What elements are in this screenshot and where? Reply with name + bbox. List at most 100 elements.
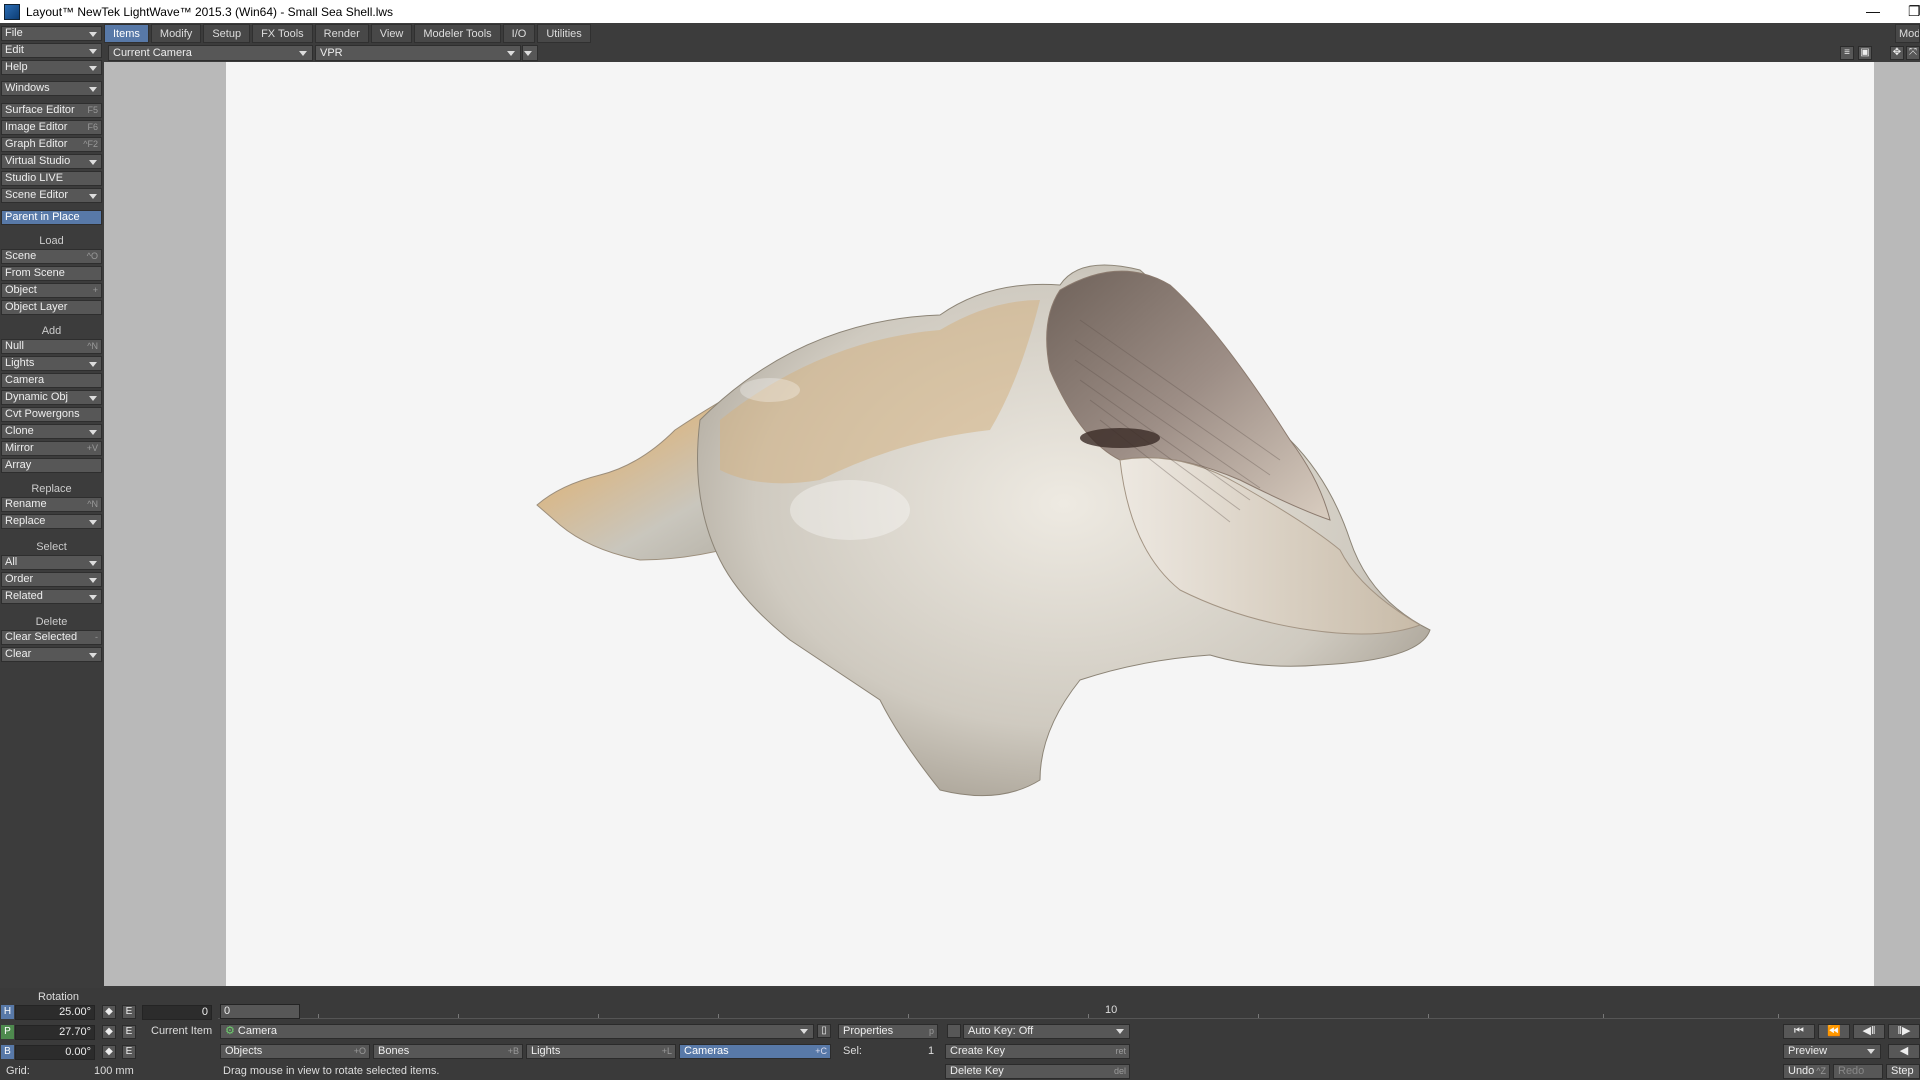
heading-value-field[interactable]: 25.00° <box>15 1005 95 1020</box>
studio-live-button[interactable]: Studio LIVE <box>1 171 102 186</box>
step-button[interactable]: Step <box>1886 1064 1920 1079</box>
add-lights-menu[interactable]: Lights <box>1 356 102 371</box>
edit-menu[interactable]: Edit <box>1 43 102 58</box>
envelope-arrows-icon[interactable]: ◆ <box>102 1005 116 1019</box>
select-all-menu[interactable]: All <box>1 555 102 570</box>
tab-modify[interactable]: Modify <box>150 24 202 43</box>
select-related-menu[interactable]: Related <box>1 589 102 604</box>
chevron-down-icon <box>89 578 97 583</box>
load-object-layer-button[interactable]: Object Layer <box>1 300 102 315</box>
tab-utilities[interactable]: Utilities <box>537 24 591 43</box>
tab-items[interactable]: Items <box>104 24 149 43</box>
render-mode-select[interactable]: VPR <box>315 45 521 61</box>
pitch-value-field[interactable]: 27.70° <box>15 1025 95 1040</box>
tab-modeler-switch[interactable]: Mod <box>1895 24 1920 43</box>
add-camera-button[interactable]: Camera <box>1 373 102 388</box>
viewport-options-dropdown[interactable] <box>522 45 538 61</box>
tab-modeler-tools[interactable]: Modeler Tools <box>414 24 501 43</box>
surface-editor-button[interactable]: Surface Editor F5 <box>1 103 102 118</box>
view-type-select[interactable]: Current Camera <box>108 45 313 61</box>
chevron-down-icon <box>89 49 97 54</box>
chevron-down-icon <box>1867 1049 1875 1054</box>
envelope-p-button[interactable]: E <box>122 1025 136 1039</box>
start-frame-field[interactable]: 0 <box>142 1005 212 1020</box>
preview-select[interactable]: Preview <box>1783 1044 1881 1059</box>
replace-menu[interactable]: Replace <box>1 514 102 529</box>
clear-selected-button[interactable]: Clear Selected - <box>1 630 102 645</box>
bank-value-field[interactable]: 0.00° <box>15 1045 95 1060</box>
save-icon[interactable]: ▣ <box>1858 46 1872 60</box>
tab-fx-tools[interactable]: FX Tools <box>252 24 313 43</box>
delete-key-button[interactable]: Delete Key del <box>945 1064 1130 1079</box>
properties-button[interactable]: Properties p <box>838 1024 938 1039</box>
tab-view[interactable]: View <box>370 24 413 43</box>
viewport-right-margin <box>1874 62 1920 986</box>
bones-filter-button[interactable]: Bones +B <box>373 1044 523 1059</box>
load-scene-button[interactable]: Scene ^O <box>1 249 102 264</box>
timeline-slider[interactable]: 0 10 <box>218 1003 1920 1019</box>
current-frame-slider[interactable]: 0 <box>220 1004 300 1019</box>
undo-button[interactable]: Undo ^Z <box>1783 1064 1830 1079</box>
timeline-frame-label: 10 <box>1105 1004 1118 1016</box>
rename-button[interactable]: Rename ^N <box>1 497 102 512</box>
auto-key-toggle-icon[interactable] <box>947 1024 961 1038</box>
envelope-arrows-icon[interactable]: ◆ <box>102 1045 116 1059</box>
delete-section-heading: Delete <box>35 616 68 628</box>
create-key-button[interactable]: Create Key ret <box>945 1044 1130 1059</box>
item-info-icon[interactable]: ▯ <box>817 1024 831 1038</box>
chevron-down-icon <box>89 160 97 165</box>
chevron-down-icon <box>89 561 97 566</box>
maximize-button[interactable]: ❐ <box>1908 0 1920 22</box>
viewport-toolbar: Current Camera VPR ≡ ▣ ✥ ⤧ <box>104 44 1920 62</box>
step-forward-icon[interactable]: ǁ▶ <box>1888 1024 1920 1039</box>
go-to-start-icon[interactable]: ⏮ <box>1783 1024 1815 1039</box>
current-item-select[interactable]: ⚙ Camera <box>220 1024 814 1039</box>
parent-in-place-toggle[interactable]: Parent in Place <box>1 210 102 225</box>
file-menu[interactable]: File <box>1 26 102 41</box>
list-icon[interactable]: ≡ <box>1840 46 1854 60</box>
envelope-arrows-icon[interactable]: ◆ <box>102 1025 116 1039</box>
step-back-icon[interactable]: ◀ǁ <box>1853 1024 1885 1039</box>
title-bar: Layout™ NewTek LightWave™ 2015.3 (Win64)… <box>0 0 1920 23</box>
camera-icon: ⚙ <box>225 1025 238 1037</box>
add-dynamic-obj-menu[interactable]: Dynamic Obj <box>1 390 102 405</box>
clear-menu[interactable]: Clear <box>1 647 102 662</box>
play-back-icon[interactable]: ◀ <box>1888 1044 1920 1059</box>
tab-render[interactable]: Render <box>314 24 369 43</box>
minimize-button[interactable]: — <box>1866 0 1880 22</box>
bank-axis-label: B <box>1 1045 14 1059</box>
status-bar-message: Drag mouse in view to rotate selected it… <box>223 1065 440 1077</box>
load-from-scene-button[interactable]: From Scene <box>1 266 102 281</box>
scene-editor-menu[interactable]: Scene Editor <box>1 188 102 203</box>
select-order-menu[interactable]: Order <box>1 572 102 587</box>
cvt-powergons-button[interactable]: Cvt Powergons <box>1 407 102 422</box>
auto-key-select[interactable]: Auto Key: Off <box>963 1024 1130 1039</box>
play-reverse-icon[interactable]: ⏪ <box>1818 1024 1850 1039</box>
envelope-b-button[interactable]: E <box>122 1045 136 1059</box>
virtual-studio-menu[interactable]: Virtual Studio <box>1 154 102 169</box>
tab-io[interactable]: I/O <box>502 24 536 43</box>
mirror-button[interactable]: Mirror +V <box>1 441 102 456</box>
help-menu[interactable]: Help <box>1 60 102 75</box>
envelope-h-button[interactable]: E <box>122 1005 136 1019</box>
array-button[interactable]: Array <box>1 458 102 473</box>
menu-tabs: Items Modify Setup FX Tools Render View … <box>104 24 591 43</box>
add-null-button[interactable]: Null ^N <box>1 339 102 354</box>
clone-menu[interactable]: Clone <box>1 424 102 439</box>
graph-editor-button[interactable]: Graph Editor ^F2 <box>1 137 102 152</box>
chevron-down-icon <box>89 653 97 658</box>
tab-setup[interactable]: Setup <box>203 24 251 43</box>
rotate-view-icon[interactable]: ⤧ <box>1906 46 1920 60</box>
lights-filter-button[interactable]: Lights +L <box>526 1044 676 1059</box>
load-object-button[interactable]: Object + <box>1 283 102 298</box>
cameras-filter-button[interactable]: Cameras +C <box>679 1044 831 1059</box>
redo-button[interactable]: Redo <box>1833 1064 1883 1079</box>
sea-shell-object[interactable] <box>520 260 1440 820</box>
objects-filter-button[interactable]: Objects +O <box>220 1044 370 1059</box>
chevron-down-icon <box>89 87 97 92</box>
select-section-heading: Select <box>36 541 67 553</box>
image-editor-button[interactable]: Image Editor F6 <box>1 120 102 135</box>
windows-menu[interactable]: Windows <box>1 81 102 96</box>
move-view-icon[interactable]: ✥ <box>1890 46 1904 60</box>
heading-axis-label: H <box>1 1005 14 1019</box>
